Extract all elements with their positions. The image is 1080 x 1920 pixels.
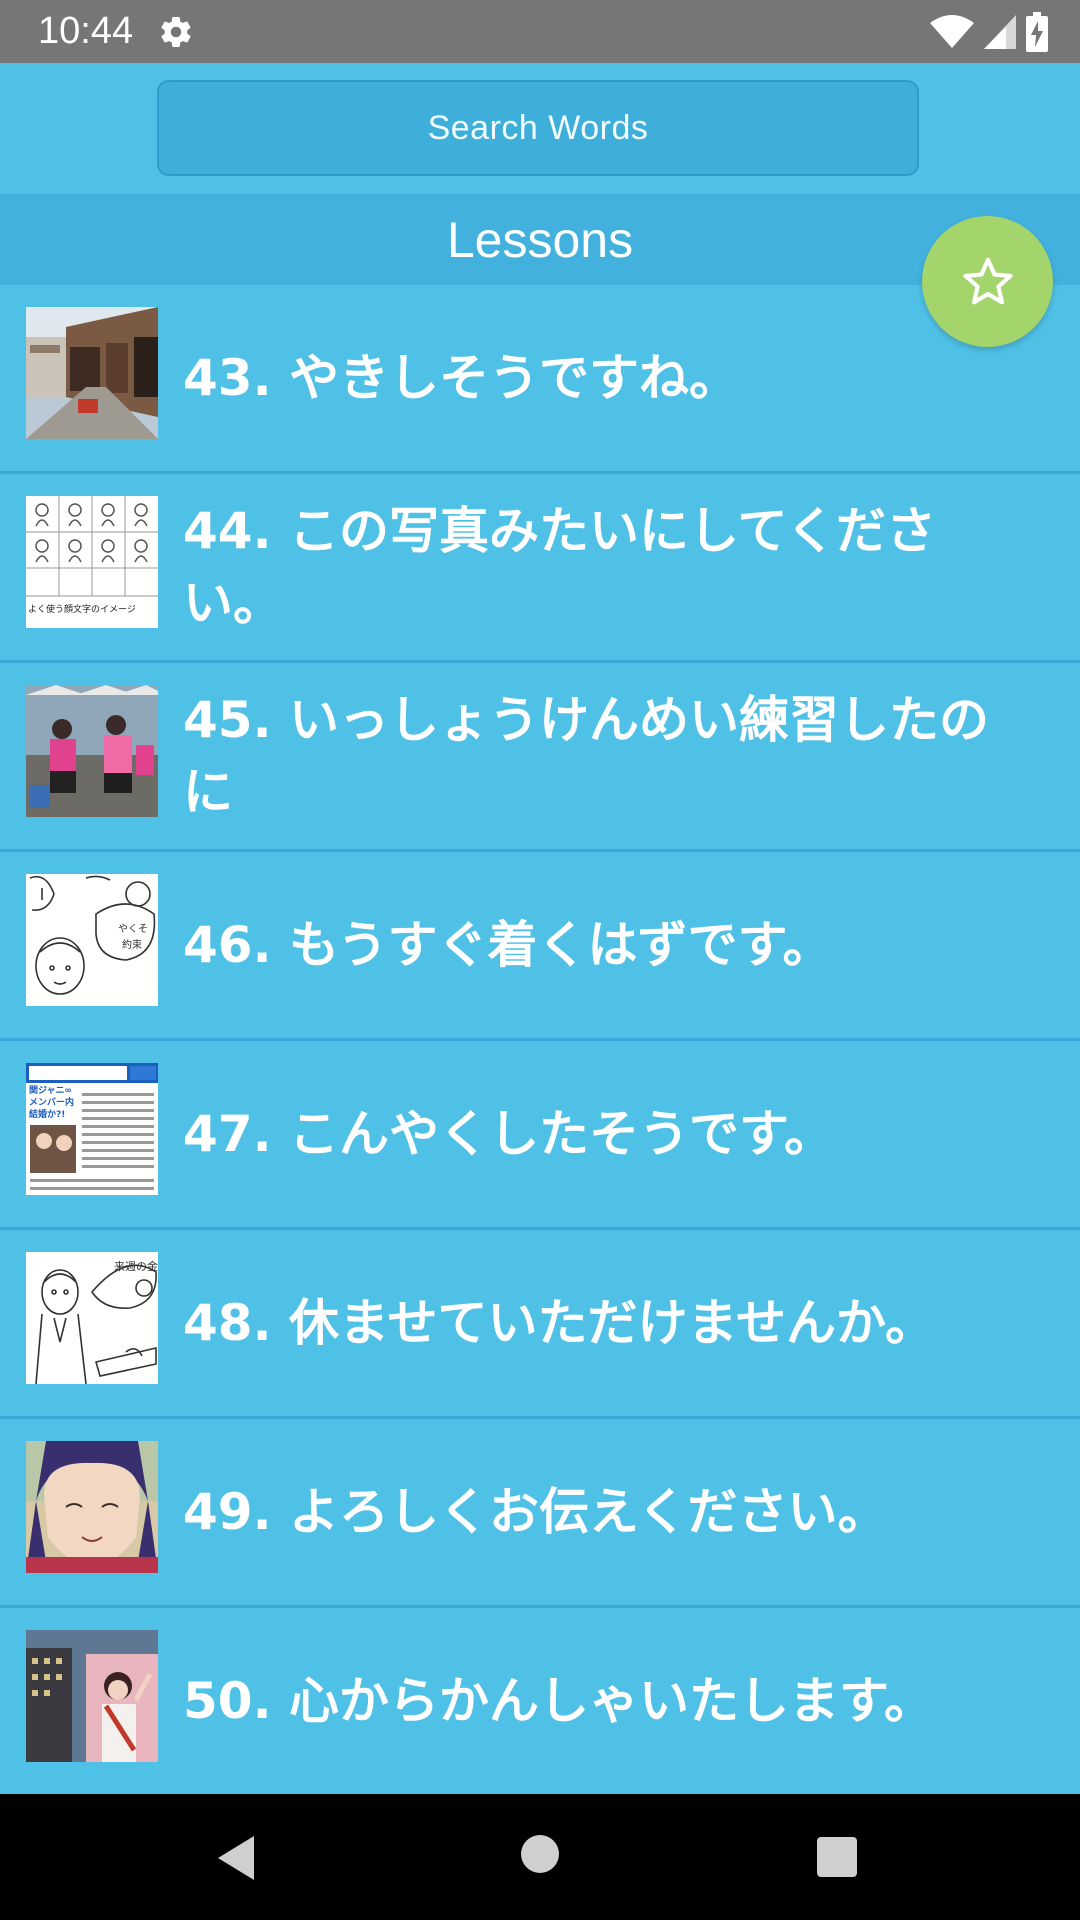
lesson-title: 49. よろしくお伝えください。	[183, 1483, 888, 1541]
search-words-button[interactable]: Search Words	[157, 80, 919, 176]
thumb-caption: 関ジャニ∞メンバー内結婚か?!	[29, 1086, 75, 1120]
svg-text:やくそ: やくそ	[118, 923, 148, 935]
gear-icon	[161, 17, 191, 48]
system-nav-bar	[0, 1794, 1080, 1920]
lesson-list: 43. やきしそうですね。 よく使う顔文字のイメージ 44. この写真みたいにし…	[0, 285, 1080, 1797]
lesson-thumbnail: 来週の金	[26, 1252, 158, 1384]
star-outline-icon	[962, 257, 1013, 304]
svg-text:約束: 約束	[122, 938, 142, 951]
lesson-thumbnail: 関ジャニ∞メンバー内結婚か?!	[26, 1063, 158, 1195]
lesson-item-43[interactable]: 43. やきしそうですね。	[0, 285, 1080, 474]
lesson-thumbnail	[26, 307, 158, 439]
lesson-item-49[interactable]: 49. よろしくお伝えください。	[0, 1419, 1080, 1608]
search-area: Search Words	[0, 63, 1080, 194]
lesson-title: 50. 心からかんしゃいたします。	[183, 1672, 934, 1730]
lesson-item-48[interactable]: 来週の金 48. 休ませていただけませんか。	[0, 1230, 1080, 1419]
lesson-title: 46. もうすぐ着くはずです。	[183, 916, 833, 974]
wifi-icon	[930, 15, 974, 48]
lesson-title: 44. この写真みたいにしてください。	[183, 502, 936, 632]
lesson-title: 45. いっしょうけんめい練習したのに	[183, 691, 989, 821]
status-time: 10:44	[38, 10, 134, 52]
lesson-title: 43. やきしそうですね。	[183, 349, 739, 407]
back-icon[interactable]	[214, 1834, 258, 1882]
status-icons	[930, 12, 1048, 52]
lesson-title: 48. 休ませていただけませんか。	[183, 1294, 935, 1352]
status-bar: 10:44	[0, 0, 1080, 63]
home-icon[interactable]	[520, 1834, 560, 1874]
app-screen: 10:44 Search Words Lessons 43. やきしそうですね。…	[0, 0, 1080, 1920]
lesson-thumbnail	[26, 1441, 158, 1573]
recents-icon[interactable]	[816, 1836, 858, 1878]
lesson-thumbnail: やくそ 約束	[26, 874, 158, 1006]
thumb-caption: よく使う顔文字のイメージ	[28, 605, 136, 615]
svg-text:来週の金: 来週の金	[114, 1259, 158, 1273]
lesson-item-45[interactable]: 45. いっしょうけんめい練習したのに	[0, 663, 1080, 852]
lesson-thumbnail	[26, 685, 158, 817]
signal-icon	[984, 15, 1016, 49]
battery-charging-icon	[1026, 12, 1048, 52]
favorites-button[interactable]	[922, 216, 1053, 347]
lesson-item-50[interactable]: 50. 心からかんしゃいたします。	[0, 1608, 1080, 1797]
lesson-item-44[interactable]: よく使う顔文字のイメージ 44. この写真みたいにしてください。	[0, 474, 1080, 663]
lesson-thumbnail	[26, 1630, 158, 1762]
lessons-header: Lessons	[0, 194, 1080, 285]
lesson-item-47[interactable]: 関ジャニ∞メンバー内結婚か?! 47. こんやくしたそうです。	[0, 1041, 1080, 1230]
lesson-item-46[interactable]: やくそ 約束 46. もうすぐ着くはずです。	[0, 852, 1080, 1041]
lesson-title: 47. こんやくしたそうです。	[183, 1105, 834, 1163]
lesson-thumbnail: よく使う顔文字のイメージ	[26, 496, 158, 628]
